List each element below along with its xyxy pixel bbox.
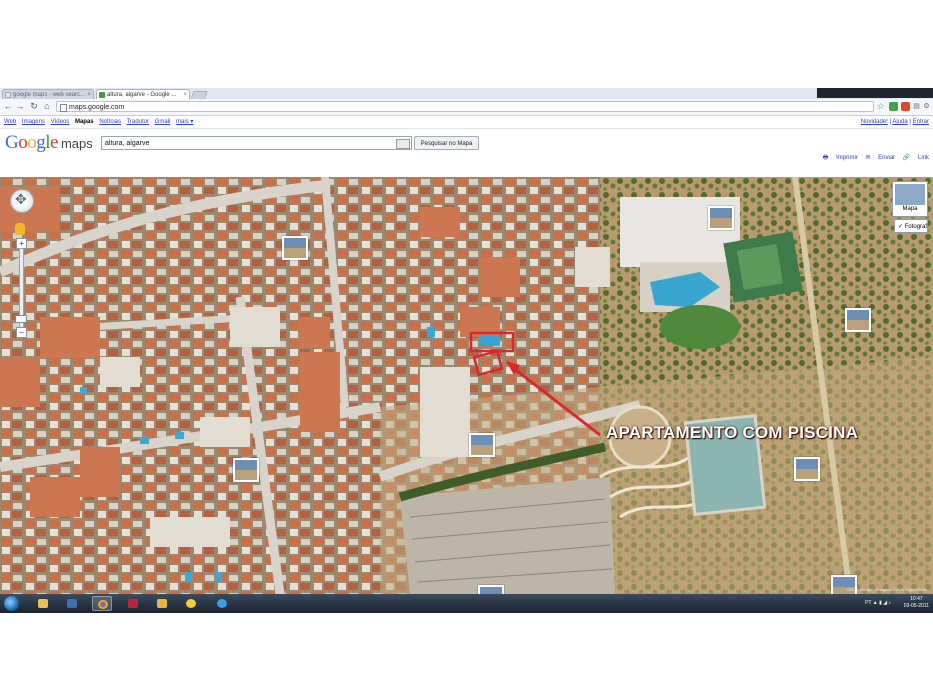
nav-images[interactable]: Imagens	[22, 119, 45, 125]
link-sign-in[interactable]: Entrar	[913, 119, 929, 125]
map-actions: 🖶 Imprimir ✉ Enviar 🔗 Link	[817, 153, 929, 163]
nav-more[interactable]: mais ▾	[176, 119, 193, 125]
map-copyright: ©2011 Google - Imagens ©2011 DigitalGlob…	[846, 587, 927, 592]
google-maps-logo[interactable]: Google maps	[5, 132, 93, 154]
google-services-nav: Web Imagens Vídeos Mapas Notícias Tradut…	[4, 116, 197, 128]
tab-google-search[interactable]: google maps - web searc... ×	[2, 89, 94, 99]
photo-marker[interactable]	[708, 206, 734, 230]
nav-maps[interactable]: Mapas	[75, 119, 94, 125]
page-icon	[60, 104, 67, 112]
tab-google-maps[interactable]: altura, algarve - Google ... ×	[96, 89, 190, 99]
maps-favicon-icon	[99, 92, 105, 98]
nav-gmail[interactable]: Gmail	[155, 119, 171, 125]
account-links: Novidade! | Ajuda | Entrar	[860, 119, 929, 125]
extension-icon[interactable]	[889, 102, 898, 111]
email-link[interactable]: ✉ Enviar	[865, 155, 895, 161]
photo-marker[interactable]	[469, 433, 495, 457]
chrome-taskbar-icon[interactable]	[92, 596, 112, 611]
link-link[interactable]: 🔗 Link	[903, 155, 929, 161]
mail-taskbar-icon[interactable]	[152, 596, 172, 611]
pan-control[interactable]	[10, 189, 34, 213]
clock-date: 03-05-2011	[903, 603, 929, 609]
search-button[interactable]: Pesquisar no Mapa	[414, 136, 479, 150]
nav-translate[interactable]: Tradutor	[127, 119, 149, 125]
windows-taskbar: PT ▲ ▮ ◢ ♪ 10:47 03-05-2011	[0, 594, 933, 613]
zoom-slider-handle[interactable]	[15, 315, 27, 323]
maps-header: Google maps altura, algarve Pesquisar no …	[0, 129, 933, 163]
explorer-taskbar-icon[interactable]	[33, 596, 53, 611]
url-text: maps.google.com	[69, 104, 125, 111]
tab-label: altura, algarve - Google ...	[107, 92, 177, 98]
address-bar[interactable]: maps.google.com	[56, 101, 874, 112]
street-view-pegman-icon[interactable]	[15, 223, 25, 235]
star-icon[interactable]: ☆	[876, 102, 885, 111]
nav-web[interactable]: Web	[4, 119, 16, 125]
satellite-view-toggle[interactable]: ✓ Fotograf	[894, 219, 928, 233]
extension-icon[interactable]	[901, 102, 910, 111]
app-taskbar-icon[interactable]	[181, 596, 201, 611]
start-button-icon[interactable]	[4, 596, 19, 611]
back-arrow-icon[interactable]: ←	[3, 101, 13, 112]
checkbox-icon: ✓	[898, 224, 904, 230]
forward-arrow-icon[interactable]: →	[15, 101, 25, 112]
zoom-out-button[interactable]: −	[16, 327, 27, 338]
map-thumbnail	[895, 184, 925, 205]
language-indicator[interactable]: PT	[865, 600, 871, 606]
print-link[interactable]: 🖶 Imprimir	[823, 155, 858, 161]
search-input[interactable]: altura, algarve	[101, 136, 412, 150]
google-bar: Web Imagens Vídeos Mapas Notícias Tradut…	[0, 116, 933, 129]
close-icon[interactable]: ×	[183, 90, 187, 99]
network-icon[interactable]: ▲ ▮ ◢ ♪	[873, 600, 891, 606]
photo-marker[interactable]	[233, 458, 259, 482]
logo-text: Google	[5, 132, 58, 153]
address-toolbar: ← → ↻ ⌂ maps.google.com ☆ ▤ ⚙	[0, 99, 933, 116]
map-view-label: Mapa	[902, 206, 918, 212]
satellite-imagery	[0, 177, 933, 594]
internet-explorer-taskbar-icon[interactable]	[212, 596, 232, 611]
link-help[interactable]: Ajuda	[892, 119, 907, 125]
link-label: Link	[917, 155, 929, 161]
reload-icon[interactable]: ↻	[29, 101, 39, 112]
browser-window: google maps - web searc... × altura, alg…	[0, 88, 933, 613]
tab-label: google maps - web searc...	[13, 92, 86, 98]
map-view-button[interactable]: Mapa	[892, 181, 928, 217]
photo-marker[interactable]	[282, 236, 308, 260]
link-new[interactable]: Novidade!	[861, 119, 888, 125]
system-tray[interactable]: PT ▲ ▮ ◢ ♪	[865, 600, 891, 606]
annotation-label: APARTAMENTO COM PISCINA	[606, 423, 859, 442]
satellite-view-label: Fotograf	[904, 224, 928, 230]
photo-marker[interactable]	[845, 308, 871, 332]
print-label: Imprimir	[836, 155, 858, 161]
satellite-map[interactable]: + − Mapa ✓ Fotograf APARTAMENTO COM PISC…	[0, 177, 933, 594]
nav-news[interactable]: Notícias	[99, 119, 121, 125]
antivirus-taskbar-icon[interactable]	[123, 596, 143, 611]
clock[interactable]: 10:47 03-05-2011	[904, 596, 929, 610]
media-player-taskbar-icon[interactable]	[62, 596, 82, 611]
email-label: Enviar	[878, 155, 896, 161]
photo-marker[interactable]	[794, 457, 820, 481]
wrench-icon[interactable]: ⚙	[922, 102, 931, 111]
photo-marker[interactable]	[478, 585, 504, 594]
page-icon	[5, 92, 11, 98]
window-controls[interactable]	[817, 88, 933, 98]
nav-videos[interactable]: Vídeos	[51, 119, 70, 125]
close-icon[interactable]: ×	[87, 90, 91, 99]
logo-suffix: maps	[60, 136, 93, 151]
page-menu-icon[interactable]: ▤	[912, 102, 921, 111]
keyboard-icon[interactable]	[396, 139, 410, 149]
home-icon[interactable]: ⌂	[42, 101, 52, 112]
clock-time: 10:47	[910, 596, 923, 602]
